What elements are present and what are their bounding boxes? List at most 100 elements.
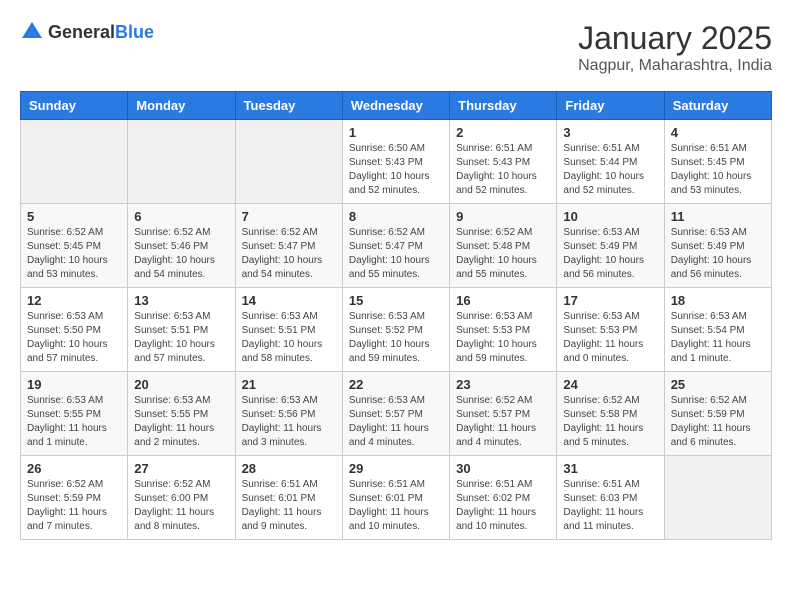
day-number: 28 <box>242 461 336 476</box>
title-block: January 2025 Nagpur, Maharashtra, India <box>578 20 772 75</box>
day-number: 21 <box>242 377 336 392</box>
calendar-cell: 30 Sunrise: 6:51 AM Sunset: 6:02 PM Dayli… <box>450 456 557 540</box>
calendar-cell: 15 Sunrise: 6:53 AM Sunset: 5:52 PM Dayli… <box>342 288 449 372</box>
day-number: 30 <box>456 461 550 476</box>
calendar-week-4: 19 Sunrise: 6:53 AM Sunset: 5:55 PM Dayli… <box>21 372 772 456</box>
calendar-cell: 22 Sunrise: 6:53 AM Sunset: 5:57 PM Dayli… <box>342 372 449 456</box>
calendar-cell: 20 Sunrise: 6:53 AM Sunset: 5:55 PM Dayli… <box>128 372 235 456</box>
day-info: Sunrise: 6:52 AM Sunset: 5:48 PM Dayligh… <box>456 226 550 282</box>
day-info: Sunrise: 6:53 AM Sunset: 5:56 PM Dayligh… <box>242 394 336 450</box>
calendar-cell: 28 Sunrise: 6:51 AM Sunset: 6:01 PM Dayli… <box>235 456 342 540</box>
day-number: 6 <box>134 209 228 224</box>
calendar-cell: 19 Sunrise: 6:53 AM Sunset: 5:55 PM Dayli… <box>21 372 128 456</box>
calendar-cell: 29 Sunrise: 6:51 AM Sunset: 6:01 PM Dayli… <box>342 456 449 540</box>
calendar-cell: 27 Sunrise: 6:52 AM Sunset: 6:00 PM Dayli… <box>128 456 235 540</box>
day-info: Sunrise: 6:53 AM Sunset: 5:50 PM Dayligh… <box>27 310 121 366</box>
calendar-cell <box>21 120 128 204</box>
logo: GeneralBlue <box>20 20 154 44</box>
day-number: 8 <box>349 209 443 224</box>
weekday-header-thursday: Thursday <box>450 92 557 120</box>
day-info: Sunrise: 6:53 AM Sunset: 5:51 PM Dayligh… <box>242 310 336 366</box>
day-number: 24 <box>563 377 657 392</box>
day-number: 19 <box>27 377 121 392</box>
day-info: Sunrise: 6:52 AM Sunset: 5:58 PM Dayligh… <box>563 394 657 450</box>
day-info: Sunrise: 6:53 AM Sunset: 5:55 PM Dayligh… <box>134 394 228 450</box>
day-number: 22 <box>349 377 443 392</box>
day-number: 23 <box>456 377 550 392</box>
day-info: Sunrise: 6:52 AM Sunset: 5:59 PM Dayligh… <box>671 394 765 450</box>
day-number: 11 <box>671 209 765 224</box>
calendar-week-1: 1 Sunrise: 6:50 AM Sunset: 5:43 PM Daylig… <box>21 120 772 204</box>
day-info: Sunrise: 6:52 AM Sunset: 5:57 PM Dayligh… <box>456 394 550 450</box>
day-number: 16 <box>456 293 550 308</box>
calendar-cell: 1 Sunrise: 6:50 AM Sunset: 5:43 PM Daylig… <box>342 120 449 204</box>
weekday-header-monday: Monday <box>128 92 235 120</box>
day-number: 5 <box>27 209 121 224</box>
logo-text-general: General <box>48 22 115 42</box>
day-info: Sunrise: 6:53 AM Sunset: 5:55 PM Dayligh… <box>27 394 121 450</box>
day-info: Sunrise: 6:52 AM Sunset: 5:59 PM Dayligh… <box>27 478 121 534</box>
weekday-header-tuesday: Tuesday <box>235 92 342 120</box>
day-number: 3 <box>563 125 657 140</box>
weekday-header-friday: Friday <box>557 92 664 120</box>
calendar-cell: 31 Sunrise: 6:51 AM Sunset: 6:03 PM Dayli… <box>557 456 664 540</box>
day-number: 27 <box>134 461 228 476</box>
day-number: 20 <box>134 377 228 392</box>
day-info: Sunrise: 6:52 AM Sunset: 5:47 PM Dayligh… <box>349 226 443 282</box>
weekday-header-saturday: Saturday <box>664 92 771 120</box>
weekday-header-sunday: Sunday <box>21 92 128 120</box>
day-number: 25 <box>671 377 765 392</box>
calendar-cell: 17Sunrise: 6:53 AM Sunset: 5:53 PM Dayli… <box>557 288 664 372</box>
day-number: 15 <box>349 293 443 308</box>
calendar-week-3: 12 Sunrise: 6:53 AM Sunset: 5:50 PM Dayli… <box>21 288 772 372</box>
calendar-week-2: 5Sunrise: 6:52 AM Sunset: 5:45 PM Daylig… <box>21 204 772 288</box>
day-info: Sunrise: 6:50 AM Sunset: 5:43 PM Dayligh… <box>349 142 443 198</box>
day-info: Sunrise: 6:51 AM Sunset: 6:02 PM Dayligh… <box>456 478 550 534</box>
day-info: Sunrise: 6:53 AM Sunset: 5:53 PM Dayligh… <box>456 310 550 366</box>
day-info: Sunrise: 6:53 AM Sunset: 5:51 PM Dayligh… <box>134 310 228 366</box>
calendar-cell: 23 Sunrise: 6:52 AM Sunset: 5:57 PM Dayli… <box>450 372 557 456</box>
day-number: 29 <box>349 461 443 476</box>
calendar-cell: 6Sunrise: 6:52 AM Sunset: 5:46 PM Daylig… <box>128 204 235 288</box>
calendar-cell: 9Sunrise: 6:52 AM Sunset: 5:48 PM Daylig… <box>450 204 557 288</box>
calendar-cell: 10Sunrise: 6:53 AM Sunset: 5:49 PM Dayli… <box>557 204 664 288</box>
day-number: 26 <box>27 461 121 476</box>
day-info: Sunrise: 6:52 AM Sunset: 6:00 PM Dayligh… <box>134 478 228 534</box>
weekday-header-wednesday: Wednesday <box>342 92 449 120</box>
day-number: 17 <box>563 293 657 308</box>
calendar-cell: 7Sunrise: 6:52 AM Sunset: 5:47 PM Daylig… <box>235 204 342 288</box>
calendar-cell <box>128 120 235 204</box>
calendar-cell: 24 Sunrise: 6:52 AM Sunset: 5:58 PM Dayli… <box>557 372 664 456</box>
day-info: Sunrise: 6:51 AM Sunset: 5:45 PM Dayligh… <box>671 142 765 198</box>
calendar-cell: 26 Sunrise: 6:52 AM Sunset: 5:59 PM Dayli… <box>21 456 128 540</box>
day-number: 12 <box>27 293 121 308</box>
day-info: Sunrise: 6:53 AM Sunset: 5:52 PM Dayligh… <box>349 310 443 366</box>
day-number: 4 <box>671 125 765 140</box>
day-info: Sunrise: 6:51 AM Sunset: 5:44 PM Dayligh… <box>563 142 657 198</box>
calendar-cell: 3 Sunrise: 6:51 AM Sunset: 5:44 PM Daylig… <box>557 120 664 204</box>
day-number: 31 <box>563 461 657 476</box>
calendar-cell <box>235 120 342 204</box>
calendar-cell: 12 Sunrise: 6:53 AM Sunset: 5:50 PM Dayli… <box>21 288 128 372</box>
page-header: GeneralBlue January 2025 Nagpur, Maharas… <box>20 20 772 75</box>
day-info: Sunrise: 6:53 AM Sunset: 5:54 PM Dayligh… <box>671 310 765 366</box>
calendar-cell: 14 Sunrise: 6:53 AM Sunset: 5:51 PM Dayli… <box>235 288 342 372</box>
day-info: Sunrise: 6:52 AM Sunset: 5:47 PM Dayligh… <box>242 226 336 282</box>
location-subtitle: Nagpur, Maharashtra, India <box>578 57 772 75</box>
day-number: 13 <box>134 293 228 308</box>
day-number: 10 <box>563 209 657 224</box>
calendar-table: SundayMondayTuesdayWednesdayThursdayFrid… <box>20 91 772 540</box>
calendar-cell: 4 Sunrise: 6:51 AM Sunset: 5:45 PM Daylig… <box>664 120 771 204</box>
day-number: 1 <box>349 125 443 140</box>
day-number: 2 <box>456 125 550 140</box>
calendar-cell: 18 Sunrise: 6:53 AM Sunset: 5:54 PM Dayli… <box>664 288 771 372</box>
day-info: Sunrise: 6:51 AM Sunset: 6:01 PM Dayligh… <box>242 478 336 534</box>
day-info: Sunrise: 6:53 AM Sunset: 5:57 PM Dayligh… <box>349 394 443 450</box>
day-info: Sunrise: 6:51 AM Sunset: 6:03 PM Dayligh… <box>563 478 657 534</box>
day-info: Sunrise: 6:51 AM Sunset: 5:43 PM Dayligh… <box>456 142 550 198</box>
calendar-week-5: 26 Sunrise: 6:52 AM Sunset: 5:59 PM Dayli… <box>21 456 772 540</box>
day-number: 14 <box>242 293 336 308</box>
day-info: Sunrise: 6:51 AM Sunset: 6:01 PM Dayligh… <box>349 478 443 534</box>
logo-text-blue: Blue <box>115 22 154 42</box>
day-number: 18 <box>671 293 765 308</box>
